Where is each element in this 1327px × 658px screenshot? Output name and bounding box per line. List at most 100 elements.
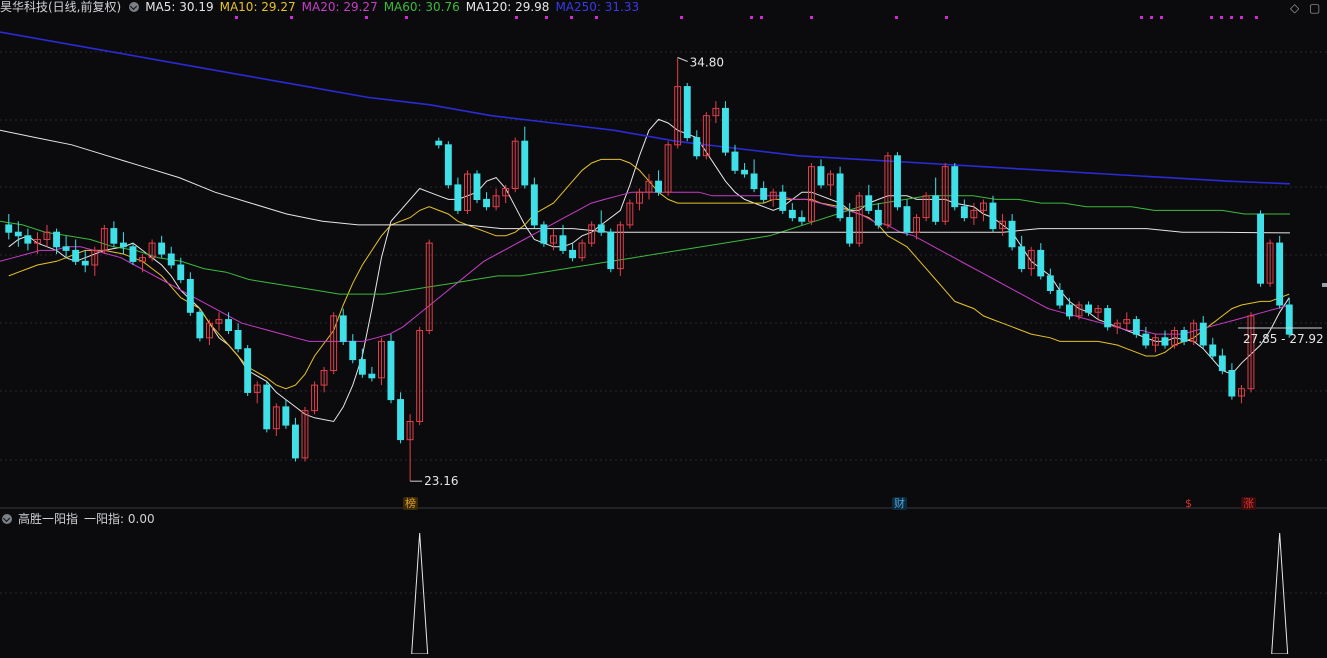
candle-body xyxy=(129,246,137,262)
candle-body xyxy=(72,249,80,262)
candle-body xyxy=(597,224,605,233)
candle-body xyxy=(655,180,662,193)
ma120-line xyxy=(0,129,1291,234)
top-marker xyxy=(545,16,548,19)
candle-body xyxy=(693,137,701,157)
candle-body xyxy=(397,399,405,441)
ma20-line xyxy=(0,191,1291,342)
candle-body xyxy=(1209,344,1217,357)
ma10-label: MA10: 29.27 xyxy=(219,0,296,14)
candle-body xyxy=(339,315,347,342)
candle-body xyxy=(559,235,567,251)
ma5-label: MA5: 30.19 xyxy=(145,0,214,14)
candle-body xyxy=(683,86,691,139)
candle-body xyxy=(1228,370,1236,397)
candle-body xyxy=(903,206,911,233)
candle-body xyxy=(779,191,787,211)
top-marker xyxy=(810,16,813,19)
tag-cai[interactable]: 财 xyxy=(892,497,907,510)
candle-body xyxy=(932,195,940,222)
top-marker xyxy=(1255,16,1258,19)
ma250-line xyxy=(0,31,1291,185)
candle-body xyxy=(234,330,242,350)
ma5-line xyxy=(8,118,1290,423)
top-marker xyxy=(750,16,753,19)
indicator-collapse-icon[interactable] xyxy=(2,514,12,524)
ma20-label: MA20: 29.27 xyxy=(301,0,378,14)
candle-body xyxy=(62,246,70,251)
window-icon[interactable]: ▢ xyxy=(1309,1,1320,15)
candle-body xyxy=(358,359,366,375)
tag-bang[interactable]: 榜 xyxy=(403,497,418,510)
candle-body xyxy=(989,202,997,230)
candle-body xyxy=(1104,308,1112,328)
candle-body xyxy=(435,140,443,146)
candle-body xyxy=(158,242,166,255)
candle-body xyxy=(1037,249,1045,277)
tag-dollar[interactable]: $ xyxy=(1183,497,1194,510)
candle-body xyxy=(741,169,748,175)
chart-area[interactable]: 34.80 23.16 27.85 - 27.92 xyxy=(0,0,1327,655)
candle-body xyxy=(731,151,739,171)
candle-body xyxy=(607,231,615,270)
collapse-icon[interactable] xyxy=(129,2,140,12)
candle-body xyxy=(5,224,13,233)
candle-body xyxy=(24,235,32,244)
top-marker xyxy=(515,16,518,19)
candle-body xyxy=(368,373,376,379)
candle-body xyxy=(186,279,194,313)
candle-body xyxy=(53,231,60,248)
top-marker xyxy=(405,16,408,19)
top-marker xyxy=(1140,16,1143,19)
ma-legend-bar: 昊华科技(日线,前复权) MA5: 30.19 MA10: 29.27 MA20: 2… xyxy=(0,0,1327,16)
candle-body xyxy=(177,264,185,281)
top-marker xyxy=(1210,16,1213,19)
tag-zhang[interactable]: 涨 xyxy=(1241,497,1256,510)
candle-body xyxy=(196,311,204,339)
candle-body xyxy=(865,195,873,211)
candle-body xyxy=(960,206,968,219)
candle-body xyxy=(951,166,959,208)
indicator-bar: 高胜一阳指 一阳指: 0.00 xyxy=(0,512,161,528)
kline-chart[interactable]: 34.80 23.16 27.85 - 27.92 xyxy=(0,0,1327,655)
indicator-value: 一阳指: 0.00 xyxy=(84,512,155,526)
candle-body xyxy=(1276,242,1284,306)
current-range-label: 27.85 - 27.92 xyxy=(1243,332,1324,346)
candle-body xyxy=(167,253,175,266)
high-price-label: 34.80 xyxy=(690,55,724,69)
candle-body xyxy=(1056,289,1064,306)
candle-body xyxy=(1257,213,1264,284)
candle-body xyxy=(521,140,529,186)
top-marker xyxy=(1150,16,1153,19)
candle-body xyxy=(722,107,729,153)
low-price-label: 23.16 xyxy=(424,474,458,488)
candle-body xyxy=(1161,337,1169,346)
candle-body xyxy=(110,228,118,244)
candle-body xyxy=(798,217,806,222)
candle-body xyxy=(1018,246,1026,270)
candle-body xyxy=(1132,319,1140,335)
right-edge-marker xyxy=(1322,283,1327,287)
candle-body xyxy=(836,173,844,219)
candle-body xyxy=(473,173,481,200)
top-marker xyxy=(595,16,598,19)
candle-body xyxy=(292,424,299,459)
settings-diamond-icon[interactable]: ◇ xyxy=(1290,1,1299,15)
candle-body xyxy=(846,217,854,244)
candle-body xyxy=(483,198,491,208)
candle-body xyxy=(120,242,127,248)
candle-body xyxy=(788,209,796,219)
candle-body xyxy=(894,155,901,208)
candle-body xyxy=(750,173,758,190)
candle-body xyxy=(1218,355,1226,372)
candle-body xyxy=(1180,330,1188,342)
candle-body xyxy=(817,166,825,186)
top-marker xyxy=(570,16,573,19)
indicator-name[interactable]: 高胜一阳指 xyxy=(18,512,78,526)
candle-body xyxy=(387,340,395,401)
candle-body xyxy=(454,184,462,211)
stock-title[interactable]: 昊华科技(日线,前复权) xyxy=(0,0,121,14)
top-marker xyxy=(1160,16,1163,19)
candle-body xyxy=(14,231,22,237)
candle-body xyxy=(282,406,290,426)
